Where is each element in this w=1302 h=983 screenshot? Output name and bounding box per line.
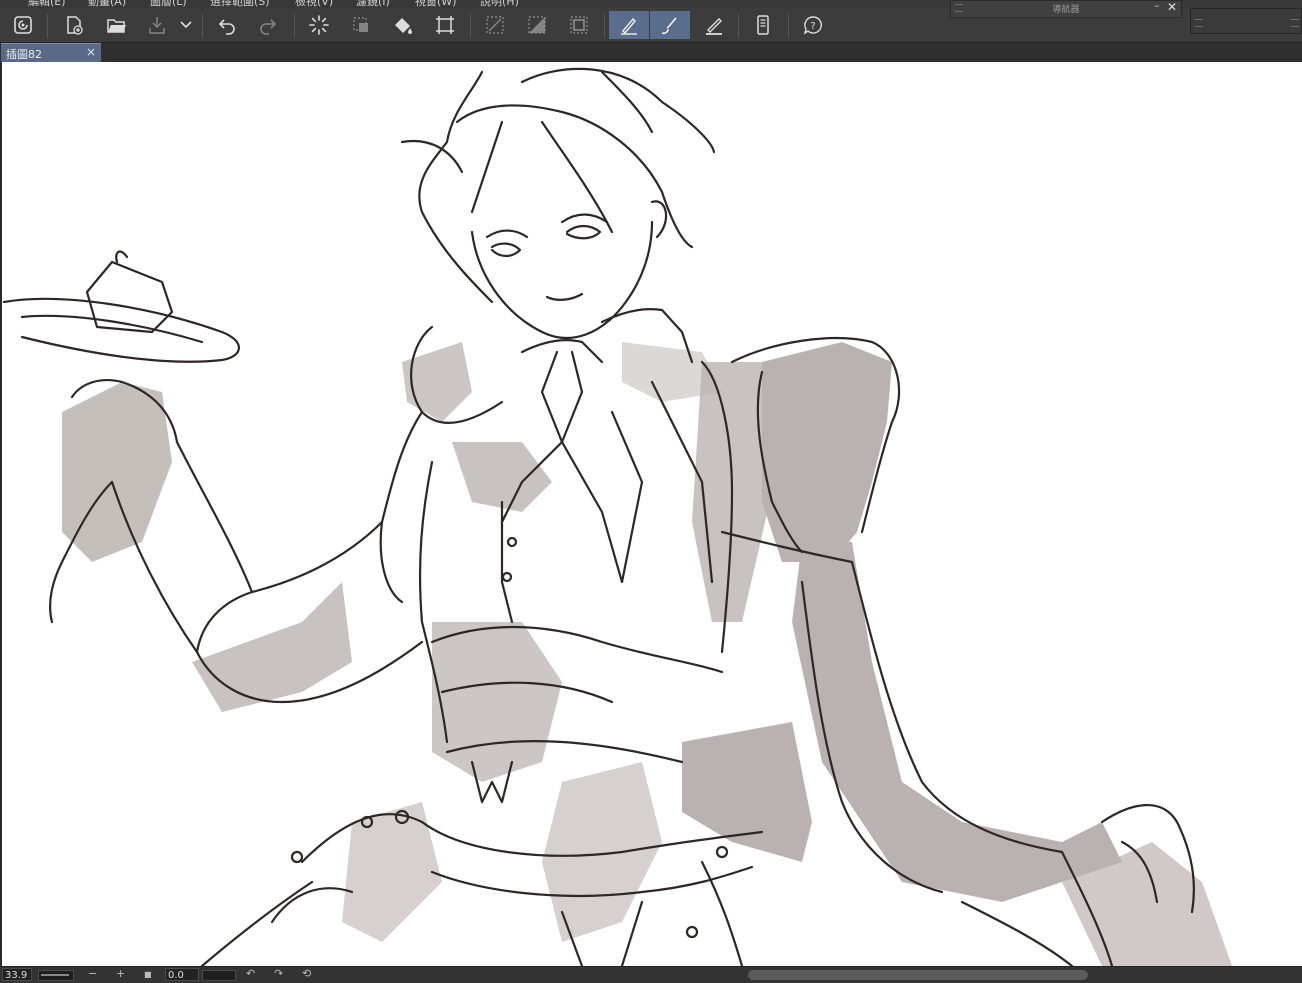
reset-rotation-button[interactable]: ⟲ — [302, 967, 311, 980]
smartphone-button[interactable] — [748, 11, 778, 39]
drawing-canvas[interactable] — [2, 62, 1302, 966]
toolbar-separator — [294, 14, 295, 38]
toolbar-separator — [738, 14, 739, 38]
crop-icon — [436, 16, 454, 34]
clear-outside-icon — [486, 16, 504, 34]
side-panel-header — [1190, 8, 1302, 34]
rotate-left-button[interactable]: ↶ — [246, 967, 255, 980]
menu-window[interactable]: 視窗(W) — [415, 0, 456, 8]
rotation-field[interactable]: 0.0 — [165, 968, 199, 981]
toolbar-separator — [47, 14, 48, 38]
border-selection-icon — [570, 16, 588, 34]
menu-help[interactable]: 說明(H) — [480, 0, 519, 8]
zoom-slider[interactable] — [38, 970, 74, 981]
toolbar-separator — [470, 14, 471, 38]
zoom-in-button[interactable]: + — [116, 967, 125, 980]
undo-icon — [218, 19, 235, 35]
fit-view-button[interactable]: ■ — [144, 970, 152, 979]
crop-button[interactable] — [430, 11, 460, 39]
toolbar-separator — [788, 14, 789, 38]
pen-pressure-toggle[interactable] — [609, 11, 649, 39]
navigator-title: 導航器 — [1052, 5, 1080, 15]
svg-text:?: ? — [810, 21, 815, 32]
save-menu-dropdown[interactable] — [174, 11, 198, 39]
document-tab[interactable]: 插圖82 × — [1, 43, 101, 62]
loading-spinner-icon — [309, 15, 329, 35]
rotation-slider[interactable] — [202, 970, 236, 981]
ruler-snap-button[interactable] — [699, 11, 729, 39]
brush-smooth-icon — [661, 17, 677, 35]
save-icon — [149, 17, 165, 34]
menu-animation[interactable]: 動畫(A) — [88, 0, 126, 8]
help-icon: ? — [803, 16, 822, 35]
close-tab-button[interactable]: × — [86, 45, 96, 59]
fill-bucket-icon — [395, 18, 412, 34]
dropdown-arrow-icon — [180, 21, 192, 29]
undo-button[interactable] — [212, 11, 242, 39]
zoom-out-button[interactable]: − — [88, 967, 97, 980]
pen-pressure-icon — [621, 17, 637, 35]
open-file-button[interactable] — [101, 11, 131, 39]
toolbar-separator — [604, 14, 605, 38]
new-file-button[interactable] — [59, 11, 89, 39]
help-button[interactable]: ? — [798, 11, 828, 39]
document-tab-label: 插圖82 — [6, 48, 42, 61]
menu-layer[interactable]: 圖層(L) — [150, 0, 187, 8]
toolbar-separator — [202, 14, 203, 38]
processing-button[interactable] — [304, 11, 334, 39]
save-button[interactable] — [142, 11, 172, 39]
fill-selection-button[interactable] — [522, 11, 552, 39]
menu-selection[interactable]: 選擇範圍(S) — [210, 0, 270, 8]
zoom-slider-track — [41, 974, 69, 976]
clip-studio-button[interactable] — [8, 11, 38, 39]
sketch-artwork — [2, 67, 1232, 966]
menu-view[interactable]: 檢視(V) — [295, 0, 333, 8]
clear-outside-button[interactable] — [480, 11, 510, 39]
menu-edit[interactable]: 編輯(E) — [28, 0, 66, 8]
close-panel-button[interactable]: ✕ — [1167, 0, 1177, 14]
fill-selection-icon — [528, 16, 546, 34]
status-bar: 33.9 − + ■ 0.0 ↶ ↷ ⟲ — [0, 966, 1302, 983]
clip-studio-icon — [14, 16, 32, 34]
border-selection-button[interactable] — [564, 11, 594, 39]
redo-icon — [260, 19, 277, 35]
horizontal-scrollbar[interactable] — [748, 970, 1088, 980]
zoom-level-field[interactable]: 33.9 — [2, 968, 32, 981]
ruler-snap-icon — [706, 18, 722, 35]
transform-selection-icon — [353, 17, 368, 32]
smartphone-icon — [757, 15, 769, 35]
minimize-button[interactable]: – — [1154, 0, 1160, 12]
document-tab-bar: 插圖82 × — [0, 43, 1302, 62]
rotate-right-button[interactable]: ↷ — [274, 967, 283, 980]
open-folder-icon — [107, 19, 126, 33]
new-file-icon — [67, 16, 83, 35]
transform-selection-button[interactable] — [346, 11, 376, 39]
redo-button[interactable] — [253, 11, 283, 39]
fill-button[interactable] — [388, 11, 418, 39]
navigator-panel[interactable]: 導航器 – ✕ — [950, 0, 1182, 18]
brush-smooth-toggle[interactable] — [650, 11, 690, 39]
menu-filter[interactable]: 濾鏡(I) — [356, 0, 390, 8]
panel-grip-icon[interactable] — [1195, 19, 1203, 27]
panel-menu-icon[interactable] — [1291, 19, 1299, 27]
